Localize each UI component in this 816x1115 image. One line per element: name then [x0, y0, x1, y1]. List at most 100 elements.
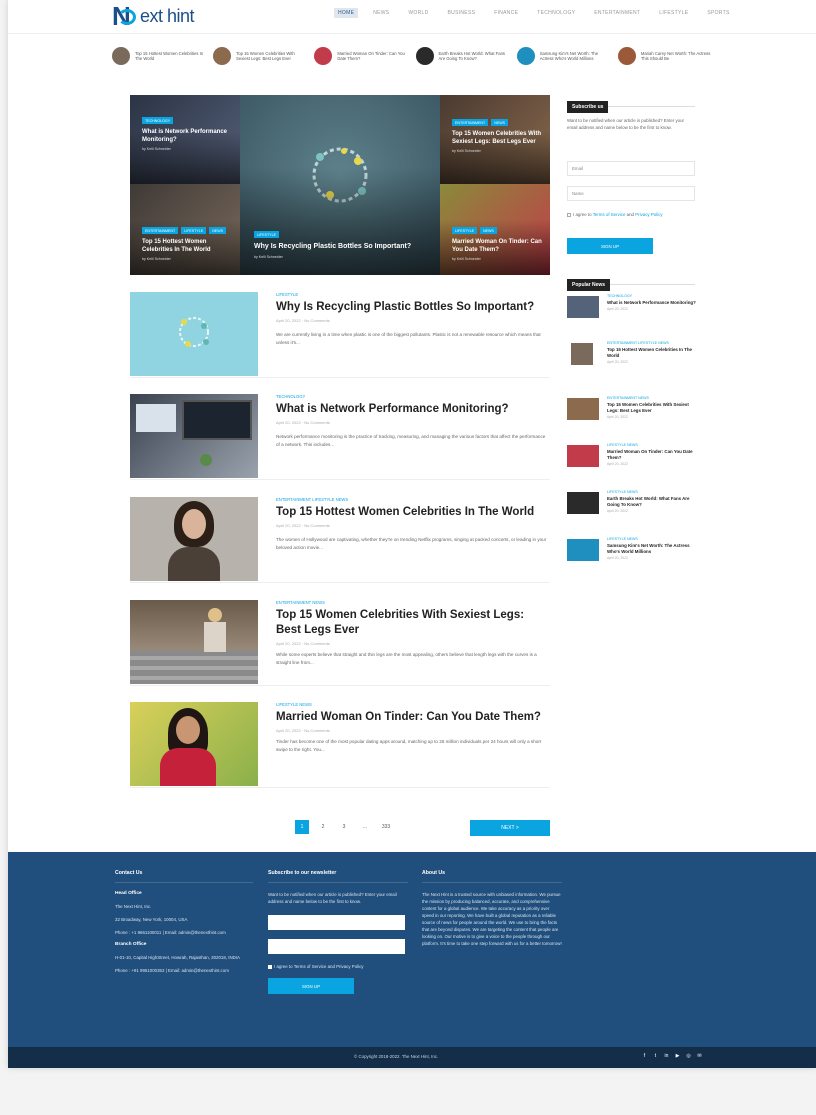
email-icon[interactable]: ✉	[697, 1053, 702, 1059]
nav-item-finance[interactable]: FINANCE	[490, 8, 522, 18]
popular-item[interactable]: LIFESTYLE NEWS Married Woman On Tinder: …	[567, 443, 697, 481]
page-number[interactable]: 2	[316, 820, 330, 834]
popular-category[interactable]: ENTERTAINMENT LIFESTYLE NEWS	[607, 341, 697, 346]
terms-link[interactable]: Terms of Service	[593, 212, 626, 217]
article-thumbnail[interactable]	[130, 497, 258, 581]
instagram-icon[interactable]: ◎	[686, 1053, 691, 1059]
head-office-phone[interactable]: Phone : +1 9661100011 | Email: admin@the…	[115, 929, 253, 936]
popular-thumbnail[interactable]	[567, 296, 599, 318]
tag-badge[interactable]: ENTERTAINMENT	[452, 119, 489, 126]
newsletter-email-input[interactable]	[268, 915, 405, 930]
trending-item[interactable]: Samsung Kim's Net Worth: The Actress Who…	[516, 42, 611, 70]
tag-badge[interactable]: NEWS	[491, 119, 508, 126]
nav-item-technology[interactable]: TECHNOLOGY	[533, 8, 579, 18]
newsletter-signup-button[interactable]: SIGN UP	[268, 978, 354, 994]
nav-item-home[interactable]: HOME	[334, 8, 359, 18]
hero-card-top-right[interactable]: ENTERTAINMENT NEWS Top 15 Women Celebrit…	[440, 95, 550, 184]
hero-title[interactable]: Top 15 Hottest Women Celebrities In The …	[142, 238, 232, 254]
nav-item-news[interactable]: NEWS	[369, 8, 393, 18]
popular-item[interactable]: LIFESTYLE NEWS Earth Breaks Hot World: W…	[567, 490, 697, 528]
popular-thumbnail[interactable]	[567, 445, 599, 467]
hero-card-bottom-left[interactable]: ENTERTAINMENT LIFESTYLE NEWS Top 15 Hott…	[130, 184, 240, 275]
nav-item-world[interactable]: WORLD	[404, 8, 432, 18]
trending-title[interactable]: Earth Breaks Hot World: What Fans Are Go…	[439, 51, 510, 61]
privacy-link[interactable]: Privacy Policy	[635, 212, 662, 217]
hero-title[interactable]: What is Network Performance Monitoring?	[142, 128, 232, 144]
article-title[interactable]: Married Woman On Tinder: Can You Date Th…	[276, 710, 550, 725]
sidebar-signup-button[interactable]: SIGN UP	[567, 238, 653, 254]
trending-title[interactable]: Married Woman On Tinder: Can You Date Th…	[337, 51, 408, 61]
popular-title[interactable]: Earth Breaks Hot World: What Fans Are Go…	[607, 496, 697, 508]
trending-title[interactable]: Samsung Kim's Net Worth: The Actress Who…	[540, 51, 611, 61]
tag-badge[interactable]: LIFESTYLE	[452, 227, 477, 234]
popular-title[interactable]: Top 15 Women Celebrities With Sexiest Le…	[607, 402, 697, 414]
article-category[interactable]: ENTERTAINMENT NEWS	[276, 600, 550, 605]
article-thumbnail[interactable]	[130, 702, 258, 786]
article-title[interactable]: Top 15 Hottest Women Celebrities In The …	[276, 505, 550, 520]
article-thumbnail[interactable]	[130, 600, 258, 684]
nav-item-lifestyle[interactable]: LIFESTYLE	[655, 8, 692, 18]
popular-category[interactable]: LIFESTYLE NEWS	[607, 490, 697, 495]
tag-badge[interactable]: NEWS	[209, 227, 226, 234]
article-category[interactable]: ENTERTAINMENT LIFESTYLE NEWS	[276, 497, 550, 502]
hero-card-center[interactable]: LIFESTYLE Why Is Recycling Plastic Bottl…	[240, 95, 440, 275]
article-thumbnail[interactable]	[130, 394, 258, 478]
hero-title[interactable]: Top 15 Women Celebrities With Sexiest Le…	[452, 130, 542, 146]
tag-badge[interactable]: LIFESTYLE	[181, 227, 207, 234]
popular-category[interactable]: LIFESTYLE NEWS	[607, 443, 697, 448]
article-title[interactable]: Why Is Recycling Plastic Bottles So Impo…	[276, 300, 550, 315]
article-title[interactable]: What is Network Performance Monitoring?	[276, 402, 550, 417]
nav-item-business[interactable]: BUSINESS	[444, 8, 480, 18]
popular-thumbnail[interactable]	[567, 539, 599, 561]
article-title[interactable]: Top 15 Women Celebrities With Sexiest Le…	[276, 608, 550, 638]
nav-item-entertainment[interactable]: ENTERTAINMENT	[590, 8, 644, 18]
popular-category[interactable]: ENTERTAINMENT NEWS	[607, 396, 697, 401]
email-field[interactable]: Email	[567, 161, 695, 176]
popular-category[interactable]: LIFESTYLE NEWS	[607, 537, 697, 542]
hero-title[interactable]: Why Is Recycling Plastic Bottles So Impo…	[254, 242, 432, 252]
terms-checkbox[interactable]	[567, 212, 571, 217]
popular-title[interactable]: Married Woman On Tinder: Can You Date Th…	[607, 449, 697, 461]
article-category[interactable]: LIFESTYLE NEWS	[276, 702, 550, 707]
next-page-button[interactable]: NEXT >	[470, 820, 550, 836]
trending-item[interactable]: Earth Breaks Hot World: What Fans Are Go…	[415, 42, 510, 70]
article-category[interactable]: TECHNOLOGY	[276, 394, 550, 399]
trending-title[interactable]: Top 15 Women Celebrities With Sexiest Le…	[236, 51, 307, 61]
tag-badge[interactable]: TECHNOLOGY	[142, 117, 174, 124]
article-category[interactable]: LIFESTYLE	[276, 292, 550, 297]
hero-card-top-left[interactable]: TECHNOLOGY What is Network Performance M…	[130, 95, 240, 184]
linkedin-icon[interactable]: in	[664, 1053, 669, 1059]
popular-title[interactable]: What is Network Performance Monitoring?	[607, 300, 697, 306]
newsletter-checkbox[interactable]	[268, 964, 272, 969]
popular-item[interactable]: ENTERTAINMENT NEWS Top 15 Women Celebrit…	[567, 396, 697, 434]
trending-item[interactable]: Top 15 Women Celebrities With Sexiest Le…	[213, 42, 307, 70]
trending-item[interactable]: Married Woman On Tinder: Can You Date Th…	[314, 42, 408, 70]
newsletter-name-input[interactable]	[268, 939, 405, 954]
popular-category[interactable]: TECHNOLOGY	[607, 294, 697, 299]
popular-item[interactable]: LIFESTYLE NEWS Samsung Kim's Net Worth: …	[567, 537, 697, 575]
page-number[interactable]: 333	[379, 820, 393, 834]
facebook-icon[interactable]: f	[642, 1053, 647, 1059]
hero-title[interactable]: Married Woman On Tinder: Can You Date Th…	[452, 238, 542, 254]
trending-title[interactable]: Mariah Carey Net Worth: The Actress This…	[641, 51, 712, 61]
popular-thumbnail[interactable]	[567, 492, 599, 514]
hero-card-bottom-right[interactable]: LIFESTYLE NEWS Married Woman On Tinder: …	[440, 184, 550, 275]
tag-badge[interactable]: LIFESTYLE	[254, 231, 279, 238]
popular-thumbnail[interactable]	[567, 398, 599, 420]
popular-title[interactable]: Samsung Kim's Net Worth: The Actress Who…	[607, 543, 697, 555]
page-number[interactable]: 3	[337, 820, 351, 834]
article-thumbnail[interactable]	[130, 292, 258, 376]
tag-badge[interactable]: NEWS	[479, 227, 497, 234]
branch-office-phone[interactable]: Phone : +91 9951000353 | Email: admin@th…	[115, 967, 253, 974]
name-field[interactable]: Name	[567, 186, 695, 201]
page-number[interactable]: 1	[295, 820, 309, 834]
trending-item[interactable]: Mariah Carey Net Worth: The Actress This…	[617, 42, 712, 70]
trending-item[interactable]: Top 15 Hottest Women Celebrities In The …	[112, 42, 206, 70]
tag-badge[interactable]: ENTERTAINMENT	[142, 227, 179, 234]
popular-thumbnail[interactable]	[571, 343, 593, 365]
site-logo[interactable]: N ext hint	[112, 2, 195, 30]
popular-item[interactable]: TECHNOLOGY What is Network Performance M…	[567, 294, 697, 332]
popular-item[interactable]: ENTERTAINMENT LIFESTYLE NEWS Top 15 Hott…	[567, 341, 697, 379]
trending-title[interactable]: Top 15 Hottest Women Celebrities In The …	[135, 51, 206, 61]
youtube-icon[interactable]: ▶	[675, 1053, 680, 1059]
